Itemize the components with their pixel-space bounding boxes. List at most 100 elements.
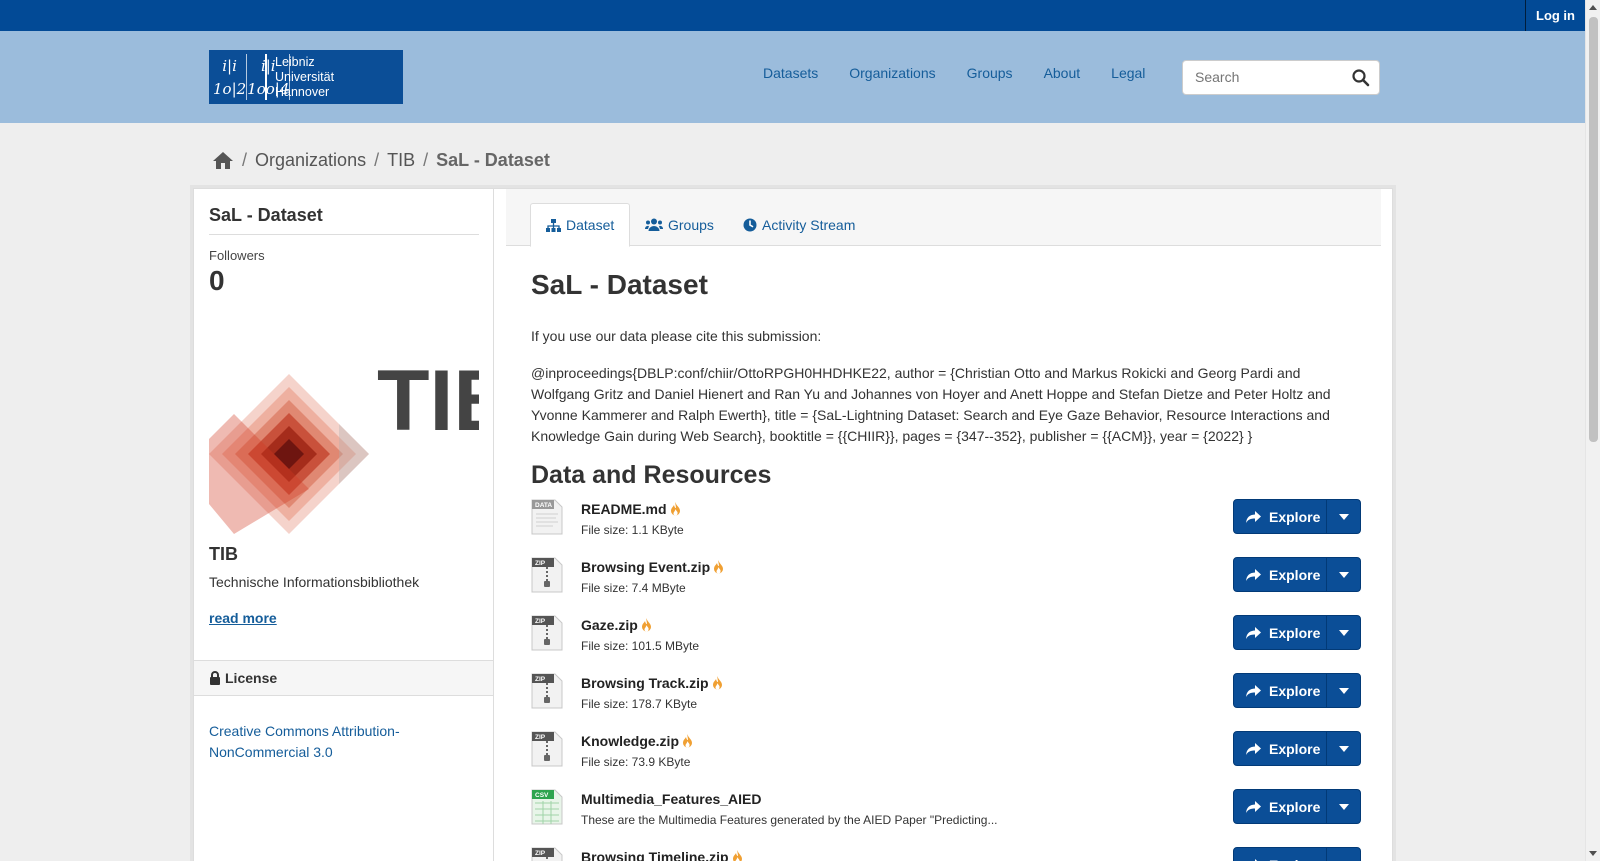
search-input[interactable] xyxy=(1195,69,1345,85)
sidebar-dataset-title: SaL - Dataset xyxy=(209,205,479,235)
explore-button[interactable]: Explore xyxy=(1234,558,1326,591)
main-nav: Datasets Organizations Groups About Lega… xyxy=(763,65,1176,81)
license-link[interactable]: Creative Commons Attribution-NonCommerci… xyxy=(209,721,459,762)
flame-icon xyxy=(712,676,722,690)
resource-name-link[interactable]: Browsing Timeline.zip xyxy=(581,849,743,861)
search-icon[interactable] xyxy=(1351,68,1371,88)
citation-intro: If you use our data please cite this sub… xyxy=(531,328,822,344)
flame-icon xyxy=(732,850,742,861)
flame-icon xyxy=(714,560,724,574)
organization-name: TIB xyxy=(209,544,238,564)
breadcrumb: / Organizations / TIB / SaL - Dataset xyxy=(212,150,550,171)
zip-file-icon[interactable]: ZIP xyxy=(531,847,563,861)
resource-name-link[interactable]: Multimedia_Features_AIED xyxy=(581,791,762,807)
explore-dropdown-toggle[interactable] xyxy=(1326,558,1360,591)
lock-icon xyxy=(210,671,220,685)
users-icon xyxy=(645,218,663,231)
luh-logo-mark: i|i i|i 1o|2 1oo|4 xyxy=(209,50,291,104)
nav-legal[interactable]: Legal xyxy=(1111,65,1145,81)
tab-activity-stream[interactable]: Activity Stream xyxy=(728,203,870,246)
data-file-icon[interactable]: DATA xyxy=(531,499,563,535)
content-wrapper: SaL - Dataset Followers 0 TIB TIB Techni… xyxy=(193,188,1393,861)
caret-down-icon xyxy=(1338,571,1349,578)
breadcrumb-tib[interactable]: TIB xyxy=(387,150,415,171)
explore-dropdown-toggle[interactable] xyxy=(1326,732,1360,765)
svg-text:ZIP: ZIP xyxy=(535,618,546,625)
share-arrow-icon xyxy=(1246,626,1261,639)
breadcrumb-separator: / xyxy=(242,150,248,170)
csv-file-icon[interactable]: CSV xyxy=(531,789,563,825)
breadcrumb-current[interactable]: SaL - Dataset xyxy=(436,150,550,171)
scroll-up-arrow[interactable] xyxy=(1589,5,1597,10)
svg-text:ZIP: ZIP xyxy=(535,734,546,741)
tib-logo-text: TIB xyxy=(377,354,479,449)
breadcrumb-separator: / xyxy=(374,150,380,170)
explore-button-group: Explore xyxy=(1233,673,1361,708)
zip-file-icon[interactable]: ZIP xyxy=(531,673,563,709)
tab-groups[interactable]: Groups xyxy=(630,203,729,246)
explore-button-group: Explore xyxy=(1233,499,1361,534)
resource-name-link[interactable]: Knowledge.zip xyxy=(581,733,693,749)
nav-datasets[interactable]: Datasets xyxy=(763,65,818,81)
explore-button[interactable]: Explore xyxy=(1234,674,1326,707)
home-icon[interactable] xyxy=(212,151,234,170)
organization-description: Technische Informationsbibliothek xyxy=(209,574,420,590)
page-scrollbar[interactable] xyxy=(1585,0,1600,861)
nav-groups[interactable]: Groups xyxy=(967,65,1013,81)
resource-item: CSV Multimedia_Features_AIED These are the… xyxy=(531,789,1361,839)
login-link[interactable]: Log in xyxy=(1525,0,1585,31)
explore-dropdown-toggle[interactable] xyxy=(1326,674,1360,707)
svg-text:CSV: CSV xyxy=(535,792,549,799)
tib-organization-logo[interactable]: TIB xyxy=(209,353,516,539)
resource-name-link[interactable]: Browsing Event.zip xyxy=(581,559,724,575)
resource-name-link[interactable]: README.md xyxy=(581,501,681,517)
resource-description: File size: 7.4 MByte xyxy=(581,581,686,595)
breadcrumb-organizations[interactable]: Organizations xyxy=(255,150,366,171)
resource-item: DATA README.md File size: 1.1 KByte Explore xyxy=(531,499,1361,549)
explore-dropdown-toggle[interactable] xyxy=(1326,790,1360,823)
caret-down-icon xyxy=(1338,629,1349,636)
read-more-link[interactable]: read more xyxy=(209,610,277,626)
svg-text:ZIP: ZIP xyxy=(535,560,546,567)
caret-down-icon xyxy=(1338,513,1349,520)
explore-dropdown-toggle[interactable] xyxy=(1326,500,1360,533)
zip-file-icon[interactable]: ZIP xyxy=(531,615,563,651)
followers-label: Followers xyxy=(209,248,265,263)
svg-text:ZIP: ZIP xyxy=(535,850,546,857)
dataset-title: SaL - Dataset xyxy=(531,269,708,300)
zip-file-icon[interactable]: ZIP xyxy=(531,557,563,593)
resource-name-link[interactable]: Gaze.zip xyxy=(581,617,652,633)
explore-button-group: Explore xyxy=(1233,847,1361,861)
resource-description: File size: 1.1 KByte xyxy=(581,523,684,537)
scroll-down-arrow[interactable] xyxy=(1589,851,1597,856)
tabs-bar: Dataset Groups Activity Stream xyxy=(506,189,1381,247)
explore-button-group: Explore xyxy=(1233,731,1361,766)
flame-icon xyxy=(683,734,692,748)
zip-file-icon[interactable]: ZIP xyxy=(531,731,563,767)
share-arrow-icon xyxy=(1246,510,1261,523)
explore-button[interactable]: Explore xyxy=(1234,500,1326,533)
nav-organizations[interactable]: Organizations xyxy=(849,65,935,81)
sidebar: SaL - Dataset Followers 0 TIB TIB Techni… xyxy=(194,189,516,861)
nav-about[interactable]: About xyxy=(1044,65,1081,81)
svg-text:DATA: DATA xyxy=(535,502,552,509)
explore-button[interactable]: Explore xyxy=(1234,732,1326,765)
share-arrow-icon xyxy=(1246,800,1261,813)
breadcrumb-separator: / xyxy=(423,150,429,170)
masthead: i|i i|i 1o|2 1oo|4 Leibniz Universität H… xyxy=(0,31,1585,123)
explore-button[interactable]: Explore xyxy=(1234,848,1326,861)
scroll-thumb[interactable] xyxy=(1589,17,1598,442)
explore-dropdown-toggle[interactable] xyxy=(1326,616,1360,649)
site-logo[interactable]: i|i i|i 1o|2 1oo|4 Leibniz Universität H… xyxy=(209,50,403,104)
followers-count: 0 xyxy=(209,265,225,296)
explore-button[interactable]: Explore xyxy=(1234,790,1326,823)
caret-down-icon xyxy=(1338,745,1349,752)
search-box xyxy=(1182,60,1380,95)
explore-dropdown-toggle[interactable] xyxy=(1326,848,1360,861)
tab-dataset[interactable]: Dataset xyxy=(530,203,631,247)
resource-name-link[interactable]: Browsing Track.zip xyxy=(581,675,723,691)
explore-button-group: Explore xyxy=(1233,789,1361,824)
explore-button-group: Explore xyxy=(1233,615,1361,650)
explore-button[interactable]: Explore xyxy=(1234,616,1326,649)
resource-description: File size: 101.5 MByte xyxy=(581,639,700,653)
